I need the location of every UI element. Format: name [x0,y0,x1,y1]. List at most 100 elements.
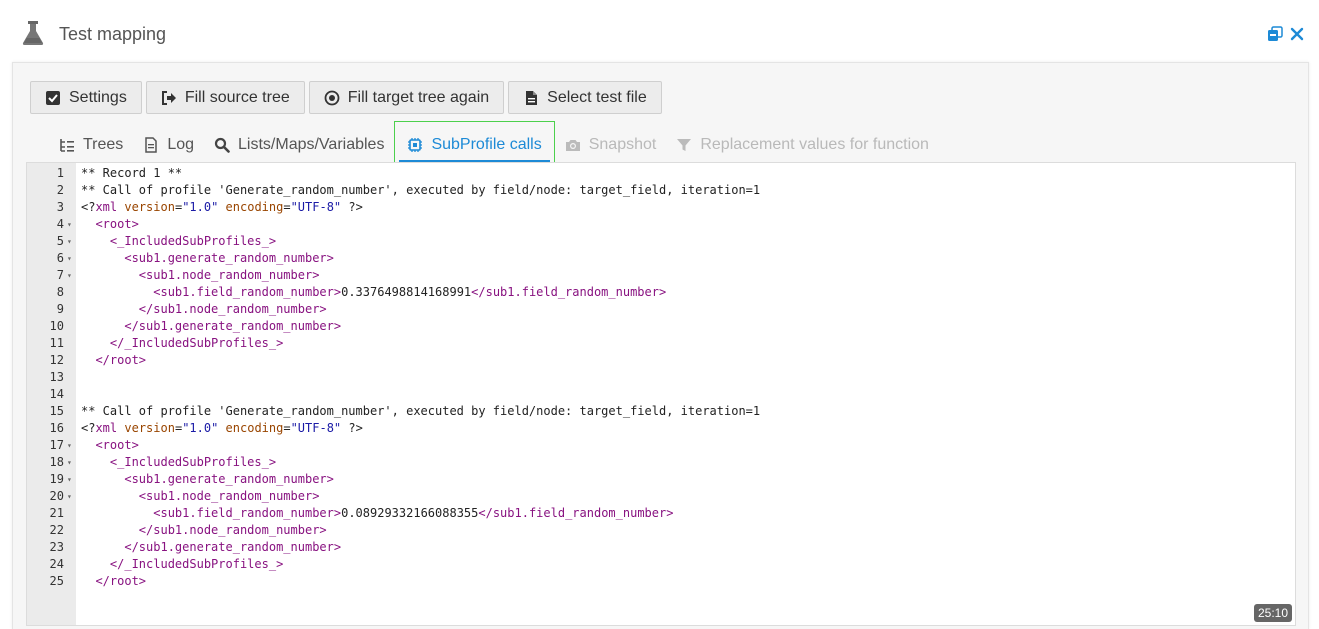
code-text: <sub1.generate_random_number> [124,251,334,265]
restore-window-icon[interactable] [1267,26,1283,42]
tab-log[interactable]: Log [133,125,204,165]
line-number: 21 [49,506,64,520]
fold-toggle-icon[interactable]: ▾ [67,437,72,454]
fill-source-tree-button[interactable]: Fill source tree [145,81,305,114]
code-line: 23 </sub1.generate_random_number> [27,539,1295,556]
test-mapping-panel: Settings Fill source tree Fill target tr… [12,62,1309,629]
select-test-file-label: Select test file [547,88,647,106]
line-number: 8 [56,285,64,299]
tab-replacement-values[interactable]: Replacement values for function [666,125,939,165]
code-line: 6 ▾ <sub1.generate_random_number> [27,250,1295,267]
checkbox-icon [46,90,60,105]
code-line: 11 </_IncludedSubProfiles_> [27,335,1295,352]
code-text: ** Call of profile 'Generate_random_numb… [81,183,761,197]
tab-log-label: Log [167,136,195,153]
code-text: <root> [95,217,139,231]
code-text: <?xml version="1.0" encoding="UTF-8" ?> [81,200,363,214]
code-line: 20 ▾ <sub1.node_random_number> [27,488,1295,505]
code-line: 16 <?xml version="1.0" encoding="UTF-8" ?… [27,420,1295,437]
fold-toggle-icon[interactable]: ▾ [67,233,72,250]
chip-icon [408,138,423,152]
tab-subprofile-calls-label: SubProfile calls [431,136,542,153]
toolbar: Settings Fill source tree Fill target tr… [30,81,662,114]
line-number: 17 [49,438,64,452]
fold-toggle-icon[interactable]: ▾ [67,216,72,233]
document-icon [145,137,158,153]
code-line: 1 ** Record 1 ** [27,165,1295,182]
code-line: 8 <sub1.field_random_number>0.3376498814… [27,284,1295,301]
search-icon [214,137,230,153]
code-text: ** Record 1 ** [81,166,183,180]
code-text: ** Call of profile 'Generate_random_numb… [81,404,761,418]
code-text: <sub1.node_random_number> [138,268,320,282]
tab-snapshot[interactable]: Snapshot [555,125,667,165]
select-test-file-button[interactable]: Select test file [508,81,662,114]
line-number: 11 [49,336,64,350]
code-line: 10 </sub1.generate_random_number> [27,318,1295,335]
code-line: 19 ▾ <sub1.generate_random_number> [27,471,1295,488]
line-number: 5 [56,234,64,248]
code-text: </sub1.node_random_number> [138,302,327,316]
tab-lists-maps-variables[interactable]: Lists/Maps/Variables [204,125,394,165]
fill-target-tree-button[interactable]: Fill target tree again [308,81,505,114]
code-line: 25 </root> [27,573,1295,590]
code-line: 9 </sub1.node_random_number> [27,301,1295,318]
tree-icon [60,139,74,152]
tab-lists-maps-variables-label: Lists/Maps/Variables [238,136,385,153]
tab-trees[interactable]: Trees [49,125,133,165]
line-number: 18 [49,455,64,469]
line-number: 19 [49,472,64,486]
code-lines: 1 ** Record 1 ** 2 ** Call of profile 'Gene… [27,165,1295,590]
line-number: 6 [56,251,64,265]
code-text: <sub1.field_random_number>0.337649881416… [153,285,667,299]
line-number: 13 [49,370,64,384]
camera-icon [565,140,580,151]
code-line: 22 </sub1.node_random_number> [27,522,1295,539]
code-text: </_IncludedSubProfiles_> [109,557,284,571]
code-line: 5 ▾ <_IncludedSubProfiles_> [27,233,1295,250]
settings-button[interactable]: Settings [30,81,142,114]
code-text: <_IncludedSubProfiles_> [109,455,277,469]
settings-button-label: Settings [69,88,127,106]
code-text: <root> [95,438,139,452]
line-number: 1 [56,166,64,180]
code-line: 7 ▾ <sub1.node_random_number> [27,267,1295,284]
title-bar: Test mapping [0,0,1319,62]
fold-toggle-icon[interactable]: ▾ [67,250,72,267]
code-text: <sub1.field_random_number>0.089293321660… [153,506,674,520]
code-text: </sub1.generate_random_number> [124,319,342,333]
close-icon[interactable] [1289,26,1305,42]
code-line: 13 [27,369,1295,386]
fold-toggle-icon[interactable]: ▾ [67,471,72,488]
code-text: </root> [95,574,147,588]
line-number: 12 [49,353,64,367]
line-number: 25 [49,574,64,588]
cursor-position-badge: 25:10 [1253,604,1292,622]
code-line: 2 ** Call of profile 'Generate_random_num… [27,182,1295,199]
line-number: 4 [56,217,64,231]
fold-toggle-icon[interactable]: ▾ [67,488,72,505]
fold-toggle-icon[interactable]: ▾ [67,267,72,284]
file-icon [526,90,538,105]
code-editor[interactable]: 1 ** Record 1 ** 2 ** Call of profile 'Gene… [26,162,1296,626]
fold-toggle-icon[interactable]: ▾ [67,454,72,471]
code-line: 18 ▾ <_IncludedSubProfiles_> [27,454,1295,471]
code-text: </sub1.generate_random_number> [124,540,342,554]
window-actions [1267,26,1305,42]
tab-bar: Trees Log Lists/Maps/Variables SubProfil… [49,121,939,169]
line-number: 9 [56,302,64,316]
dot-circle-icon [324,90,340,105]
flask-icon [22,21,44,45]
code-line: 3 <?xml version="1.0" encoding="UTF-8" ?> [27,199,1295,216]
filter-icon [677,139,692,151]
line-number: 14 [49,387,64,401]
line-number: 10 [49,319,64,333]
tab-replacement-values-label: Replacement values for function [700,136,929,153]
code-text: </sub1.node_random_number> [138,523,327,537]
code-text: <sub1.generate_random_number> [124,472,334,486]
code-line: 15 ** Call of profile 'Generate_random_nu… [27,403,1295,420]
line-number: 3 [56,200,64,214]
tab-trees-label: Trees [83,136,124,153]
code-line: 14 [27,386,1295,403]
line-number: 24 [49,557,64,571]
